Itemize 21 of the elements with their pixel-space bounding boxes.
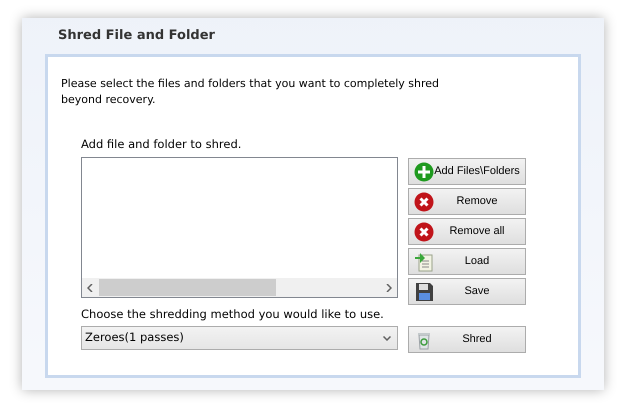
action-button[interactable]: Shred (408, 326, 526, 353)
action-button[interactable]: Load (408, 248, 526, 275)
scrollbar-thumb[interactable] (99, 279, 276, 296)
action-button[interactable]: Remove all (408, 218, 526, 245)
plus-icon (414, 162, 434, 182)
action-button[interactable]: Save (408, 278, 526, 305)
action-button[interactable]: Remove (408, 188, 526, 215)
dropdown-caret-icon (383, 336, 391, 340)
file-list[interactable] (81, 157, 398, 298)
x-icon (414, 192, 434, 212)
list-label: Add file and folder to shred. (81, 136, 242, 153)
x-icon (414, 222, 434, 242)
window-title: Shred File and Folder (58, 27, 215, 45)
description-text: Please select the files and folders that you want to completely shred beyond recovery. (61, 76, 440, 108)
scroll-right-icon[interactable] (386, 284, 392, 292)
method-label: Choose the shredding method you would like to use. (81, 306, 384, 323)
document-arrow-icon (414, 252, 434, 272)
scroll-left-icon[interactable] (87, 284, 93, 292)
horizontal-scrollbar[interactable] (82, 278, 397, 297)
action-button[interactable]: Add Files\Folders (408, 158, 526, 185)
method-dropdown[interactable]: Zeroes(1 passes) (81, 326, 398, 350)
